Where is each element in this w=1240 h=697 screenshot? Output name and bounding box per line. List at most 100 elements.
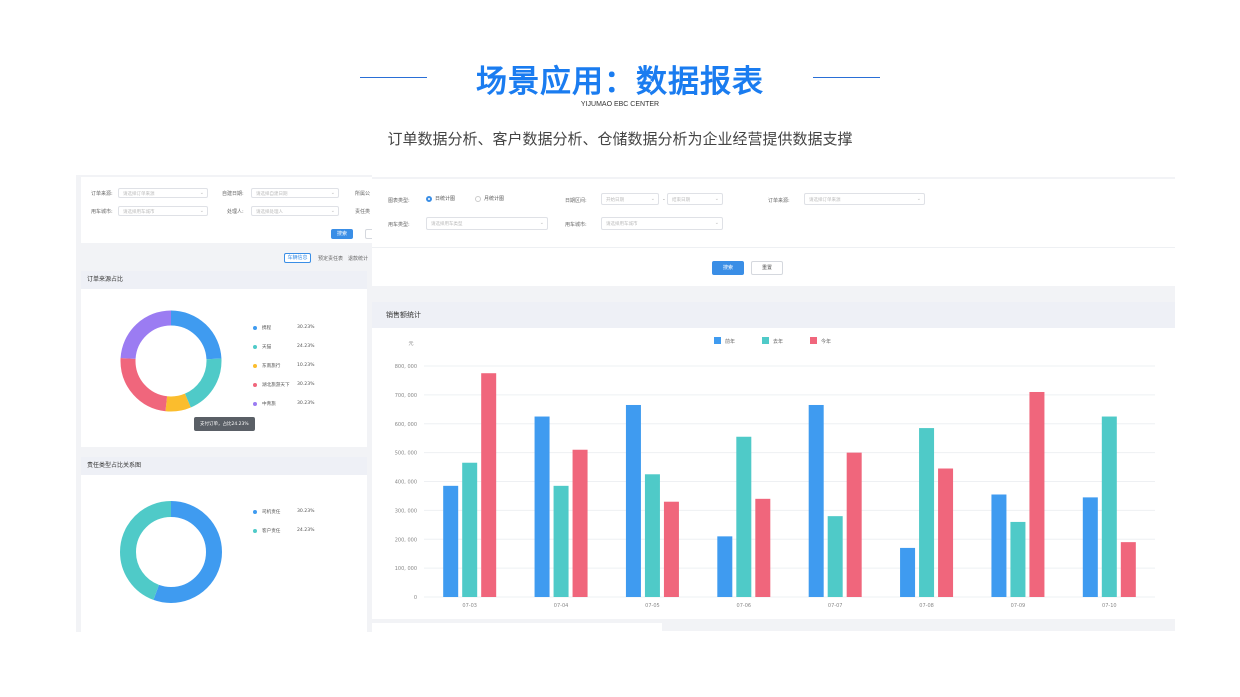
bar-07-08-0[interactable] <box>900 547 916 597</box>
search-button[interactable]: 搜索 <box>712 261 744 275</box>
bar-07-04-1[interactable] <box>553 485 569 597</box>
chart-type-label: 图表类型: <box>388 198 410 204</box>
tab-vehicle-info[interactable]: 车辆信息 <box>284 253 311 263</box>
right-dashboard-screenshot: 图表类型: 日统计图 月统计图 日期区间: 开始日期 ⌄ - 结束日期 ⌄ 订单来源… <box>372 177 1175 631</box>
legend-dot-icon <box>253 401 257 406</box>
bar-07-07-2[interactable] <box>846 452 862 597</box>
order-source-donut <box>120 310 222 412</box>
order-source-title: 订单来源占比 <box>81 271 367 289</box>
end-date-select[interactable]: 结束日期 ⌄ <box>667 193 723 205</box>
chevron-down-icon: ⌄ <box>916 196 921 202</box>
tab-responsibility-table[interactable]: 预定责任表 <box>318 255 343 262</box>
chevron-down-icon: ⌄ <box>330 208 335 214</box>
car-city-label: 用车城市: <box>565 222 587 228</box>
legend-item[interactable]: 中青旅 30.23% <box>253 401 315 407</box>
legend-value: 30.23% <box>297 325 315 330</box>
order-source-panel: 携程 30.23% 天猫 24.23% 东南旅行 10.23% 湖北旅游天下 30.23% 中青… <box>81 289 367 447</box>
legend-item[interactable]: 天猫 24.23% <box>253 344 315 350</box>
bar-07-03-0[interactable] <box>443 485 459 597</box>
bar-07-09-2[interactable] <box>1029 391 1045 597</box>
legend-swatch-icon[interactable] <box>810 337 817 344</box>
legend-dot-icon <box>253 344 257 349</box>
legend-label[interactable]: 前年 <box>725 338 735 345</box>
chevron-down-icon: ⌄ <box>714 196 719 202</box>
bar-07-03-1[interactable] <box>462 462 478 597</box>
x-tick-label: 07-08 <box>919 603 934 609</box>
bar-07-05-2[interactable] <box>663 501 679 597</box>
start-date-select[interactable]: 开始日期 ⌄ <box>601 193 659 205</box>
order-source-select[interactable]: 请选择订单来源 ⌄ <box>118 188 208 198</box>
legend-item[interactable]: 客户责任 24.23% <box>253 528 315 534</box>
legend-item[interactable]: 东南旅行 10.23% <box>253 363 315 369</box>
responsibility-panel: 司机责任 30.23% 客户责任 24.23% <box>81 475 367 632</box>
chevron-down-icon: ⌄ <box>650 196 655 202</box>
filter-label-create-date: 自建日期: <box>222 191 244 197</box>
chevron-down-icon: ⌄ <box>330 190 335 196</box>
bar-07-06-2[interactable] <box>755 498 771 597</box>
responsibility-donut <box>120 501 222 603</box>
car-city-select-right[interactable]: 请选择用车城市 ⌄ <box>601 217 723 230</box>
radio-month-stats[interactable]: 月统计图 <box>475 195 504 202</box>
date-range-label: 日期区间: <box>565 198 587 204</box>
legend-item[interactable]: 携程 30.23% <box>253 325 315 331</box>
left-dashboard-screenshot: 订单来源: 请选择订单来源 ⌄ 自建日期: 请选择自建日期 ⌄ 所属公 用车城市: … <box>76 175 372 632</box>
y-tick-label: 400, 000 <box>395 480 417 486</box>
bar-07-06-1[interactable] <box>736 436 752 597</box>
handler-select[interactable]: 请选择处理人 ⌄ <box>251 206 339 216</box>
legend-name: 携程 <box>262 326 272 331</box>
y-tick-label: 600, 000 <box>395 422 417 428</box>
legend-swatch-icon[interactable] <box>714 337 721 344</box>
filter-label-company: 所属公 <box>355 191 371 197</box>
bar-07-05-0[interactable] <box>625 404 641 597</box>
page-description: 订单数据分析、客户数据分析、仓储数据分析为企业经营提供数据支撑 <box>387 130 853 148</box>
bar-07-03-2[interactable] <box>481 373 497 597</box>
left-search-button[interactable]: 搜索 <box>331 229 353 239</box>
car-type-select[interactable]: 请选择用车类型 ⌄ <box>426 217 548 230</box>
bar-07-04-0[interactable] <box>534 416 550 597</box>
bar-07-10-1[interactable] <box>1101 416 1117 597</box>
x-tick-label: 07-05 <box>645 603 660 609</box>
reset-button[interactable]: 重置 <box>751 261 783 275</box>
legend-swatch-icon[interactable] <box>762 337 769 344</box>
radio-unchecked-icon <box>475 195 481 202</box>
bar-07-09-1[interactable] <box>1010 521 1026 597</box>
bar-07-07-1[interactable] <box>827 516 843 597</box>
car-city-select[interactable]: 请选择用车城市 ⌄ <box>118 206 208 216</box>
legend-name: 客户责任 <box>262 529 281 534</box>
filter-label-handler: 处理人: <box>227 209 244 215</box>
y-tick-label: 100, 000 <box>395 566 417 572</box>
chevron-down-icon: ⌄ <box>714 220 719 226</box>
page-subtitle: YIJUMAO EBC CENTER <box>580 101 660 108</box>
bar-07-04-2[interactable] <box>572 449 588 597</box>
filter-label-order-source: 订单来源: <box>91 191 113 197</box>
bar-07-09-0[interactable] <box>991 494 1007 597</box>
bar-07-08-1[interactable] <box>919 428 935 597</box>
filter-label-responsibility: 责任类 <box>355 209 371 215</box>
order-source-select-right[interactable]: 请选择订单来源 ⌄ <box>804 193 925 205</box>
order-source-donut-ring <box>120 310 222 412</box>
bar-07-07-0[interactable] <box>808 404 824 597</box>
chevron-down-icon: ⌄ <box>539 220 544 226</box>
legend-value: 30.23% <box>297 401 315 406</box>
date-range-separator: - <box>663 197 665 203</box>
legend-label[interactable]: 去年 <box>773 338 783 345</box>
legend-item[interactable]: 司机责任 30.23% <box>253 509 315 515</box>
bar-07-10-2[interactable] <box>1120 542 1136 597</box>
legend-item[interactable]: 湖北旅游天下 30.23% <box>253 382 315 388</box>
y-tick-label: 500, 000 <box>395 451 417 457</box>
create-date-select[interactable]: 请选择自建日期 ⌄ <box>251 188 339 198</box>
legend-dot-icon <box>253 382 257 387</box>
x-tick-label: 07-07 <box>828 603 843 609</box>
y-tick-label: 200, 000 <box>395 537 417 543</box>
tab-refund-stats[interactable]: 退款统计 <box>348 255 368 262</box>
left-reset-button[interactable] <box>365 229 372 239</box>
legend-label[interactable]: 今年 <box>821 338 831 345</box>
x-tick-label: 07-10 <box>1102 603 1117 609</box>
bar-07-05-1[interactable] <box>644 474 660 597</box>
bar-07-10-0[interactable] <box>1082 497 1098 597</box>
legend-name: 湖北旅游天下 <box>262 383 290 388</box>
bar-07-08-2[interactable] <box>938 468 954 597</box>
radio-day-stats[interactable]: 日统计图 <box>426 195 455 202</box>
chevron-down-icon: ⌄ <box>199 190 204 196</box>
bar-07-06-0[interactable] <box>717 536 733 597</box>
